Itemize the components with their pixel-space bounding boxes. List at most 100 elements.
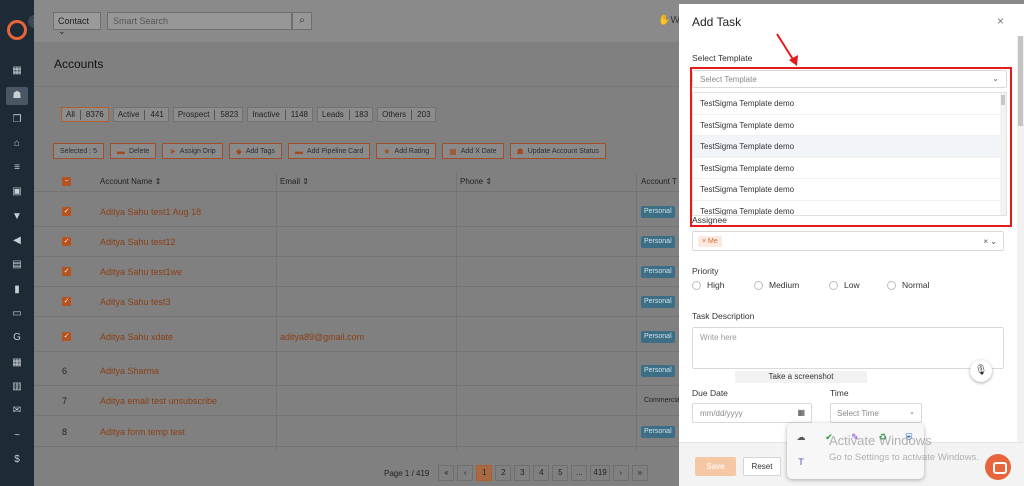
- bulk-actions: Selected : 5 ▬ Delete ➤ Assign Drip ◆ Add T…: [53, 143, 606, 159]
- account-name-link[interactable]: Aditya Sharma: [100, 366, 159, 376]
- chat-icon[interactable]: [985, 454, 1011, 480]
- account-name-link[interactable]: Aditya Sahu test1we: [100, 267, 182, 277]
- bank-icon[interactable]: ⌂: [10, 137, 24, 151]
- col-account-type[interactable]: Account T: [641, 177, 677, 186]
- row-checkbox[interactable]: ✓: [62, 237, 71, 246]
- next-page-button[interactable]: ›: [612, 465, 629, 481]
- template-option[interactable]: TestSigma Template demo: [693, 136, 1006, 158]
- status-filters: All 8376 Active 441 Prospect 5823 Inactive 1…: [61, 107, 436, 122]
- add-x-date-button[interactable]: ▦ Add X Date: [442, 143, 504, 159]
- dashboard-icon[interactable]: ▦: [10, 64, 24, 78]
- col-email[interactable]: Email ⇕: [280, 177, 309, 186]
- send-icon: ➤: [169, 146, 176, 156]
- row-checkbox[interactable]: ✓: [62, 207, 71, 216]
- assignee-label: Assignee: [692, 215, 727, 225]
- smart-search-input[interactable]: Smart Search: [107, 12, 292, 30]
- row-checkbox[interactable]: ✓: [62, 332, 71, 341]
- filter-prospect[interactable]: Prospect 5823: [172, 107, 244, 122]
- time-select[interactable]: Select Time ⌄: [830, 403, 922, 423]
- account-name-link[interactable]: Aditya form temp test: [100, 427, 185, 437]
- scrollbar-thumb[interactable]: [1001, 95, 1005, 105]
- filter-others[interactable]: Others 203: [377, 107, 436, 122]
- assign-drip-button[interactable]: ➤ Assign Drip: [162, 143, 223, 159]
- col-phone[interactable]: Phone ⇕: [460, 177, 492, 186]
- sheet-icon[interactable]: ▥: [10, 380, 24, 394]
- assignee-controls[interactable]: × ⌄: [983, 237, 997, 246]
- page-4-button[interactable]: 4: [533, 465, 550, 481]
- row-checkbox[interactable]: ✓: [62, 297, 71, 306]
- priority-high-radio[interactable]: High: [692, 280, 754, 290]
- template-option[interactable]: TestSigma Template demo: [693, 115, 1006, 136]
- documents-icon[interactable]: ❐: [10, 113, 24, 127]
- panel-title: Add Task: [692, 15, 742, 29]
- contact-type-dropdown[interactable]: Contact ⌄: [53, 12, 101, 36]
- page-419-button[interactable]: 419: [590, 465, 610, 481]
- filter-all[interactable]: All 8376: [61, 107, 109, 122]
- template-option[interactable]: TestSigma Template demo: [693, 201, 1006, 216]
- radio-circle: [887, 280, 896, 290]
- filter-active[interactable]: Active 441: [112, 107, 169, 122]
- select-all-checkbox[interactable]: −: [62, 177, 71, 186]
- forms-icon[interactable]: ▣: [10, 185, 24, 199]
- account-type-badge: Personal: [641, 266, 675, 278]
- panel-scrollbar[interactable]: [1017, 36, 1024, 442]
- priority-medium-radio[interactable]: Medium: [754, 280, 829, 290]
- delete-button[interactable]: ▬ Delete: [109, 143, 157, 159]
- update-account-status-button[interactable]: ☗ Update Account Status: [509, 143, 606, 159]
- notes-icon[interactable]: ▤: [10, 258, 24, 272]
- calendar-icon[interactable]: ▦: [10, 356, 24, 370]
- add-pipeline-card-button[interactable]: ▬ Add Pipeline Card: [287, 143, 371, 159]
- dollar-icon[interactable]: $: [10, 453, 24, 467]
- teams-icon[interactable]: T: [795, 456, 807, 468]
- close-icon[interactable]: ×: [997, 14, 1004, 28]
- template-select[interactable]: Select Template ⌄: [692, 70, 1007, 88]
- calendar-icon[interactable]: ▦: [797, 408, 805, 417]
- page-2-button[interactable]: 2: [495, 465, 512, 481]
- cloud-icon[interactable]: ☁: [795, 431, 807, 443]
- hand-icon[interactable]: ✋W: [658, 15, 680, 26]
- row-checkbox[interactable]: ✓: [62, 267, 71, 276]
- app-logo[interactable]: [7, 20, 27, 40]
- scrollbar-thumb[interactable]: [1018, 36, 1023, 126]
- contacts-icon[interactable]: ☗: [6, 87, 28, 105]
- priority-low-radio[interactable]: Low: [829, 280, 887, 290]
- template-option[interactable]: TestSigma Template demo: [693, 158, 1006, 179]
- filter-inactive[interactable]: Inactive 1148: [247, 107, 313, 122]
- account-name-link[interactable]: Aditya Sahu test1 Aug 18: [100, 207, 201, 217]
- task-description-input[interactable]: Write here: [692, 327, 1004, 369]
- col-account-name[interactable]: Account Name ⇕: [100, 177, 161, 186]
- page-1-button[interactable]: 1: [476, 465, 493, 481]
- due-date-input[interactable]: mm/dd/yyyy ▦: [692, 403, 812, 423]
- account-email-link[interactable]: aditya89@gmail.com: [280, 332, 364, 342]
- filter-leads[interactable]: Leads 183: [317, 107, 374, 122]
- priority-normal-radio[interactable]: Normal: [887, 280, 929, 290]
- megaphone-icon[interactable]: ◀: [10, 234, 24, 248]
- folder-icon[interactable]: ▭: [10, 307, 24, 321]
- add-tags-button[interactable]: ◆ Add Tags: [228, 143, 282, 159]
- save-button[interactable]: Save: [695, 457, 736, 476]
- assignee-tag[interactable]: × Me: [698, 236, 722, 247]
- add-rating-button[interactable]: ★ Add Rating: [376, 143, 437, 159]
- account-name-link[interactable]: Aditya Sahu test3: [100, 297, 171, 307]
- list-icon[interactable]: ≡: [10, 161, 24, 175]
- account-name-link[interactable]: Aditya email test unsubscribe: [100, 396, 217, 406]
- mail-icon[interactable]: ✉: [10, 404, 24, 418]
- microphone-icon[interactable]: 🎙: [970, 360, 992, 382]
- account-name-link[interactable]: Aditya Sahu xdate: [100, 332, 173, 342]
- template-option[interactable]: TestSigma Template demo: [693, 179, 1006, 201]
- dropdown-scrollbar[interactable]: [1000, 93, 1006, 215]
- page-5-button[interactable]: 5: [552, 465, 569, 481]
- account-name-link[interactable]: Aditya Sahu test12: [100, 237, 176, 247]
- page-3-button[interactable]: 3: [514, 465, 531, 481]
- prev-page-button[interactable]: ‹: [457, 465, 474, 481]
- signature-icon[interactable]: ~: [10, 429, 24, 443]
- search-icon[interactable]: ⌕: [292, 12, 312, 30]
- last-page-button[interactable]: »: [631, 465, 648, 481]
- reset-button[interactable]: Reset: [743, 457, 781, 476]
- first-page-button[interactable]: «: [438, 465, 455, 481]
- template-option[interactable]: TestSigma Template demo: [693, 93, 1006, 115]
- google-icon[interactable]: G: [10, 331, 24, 345]
- assignee-select[interactable]: × Me × ⌄: [692, 231, 1004, 251]
- reports-icon[interactable]: ▮: [10, 283, 24, 297]
- funnel-icon[interactable]: ▼: [10, 210, 24, 224]
